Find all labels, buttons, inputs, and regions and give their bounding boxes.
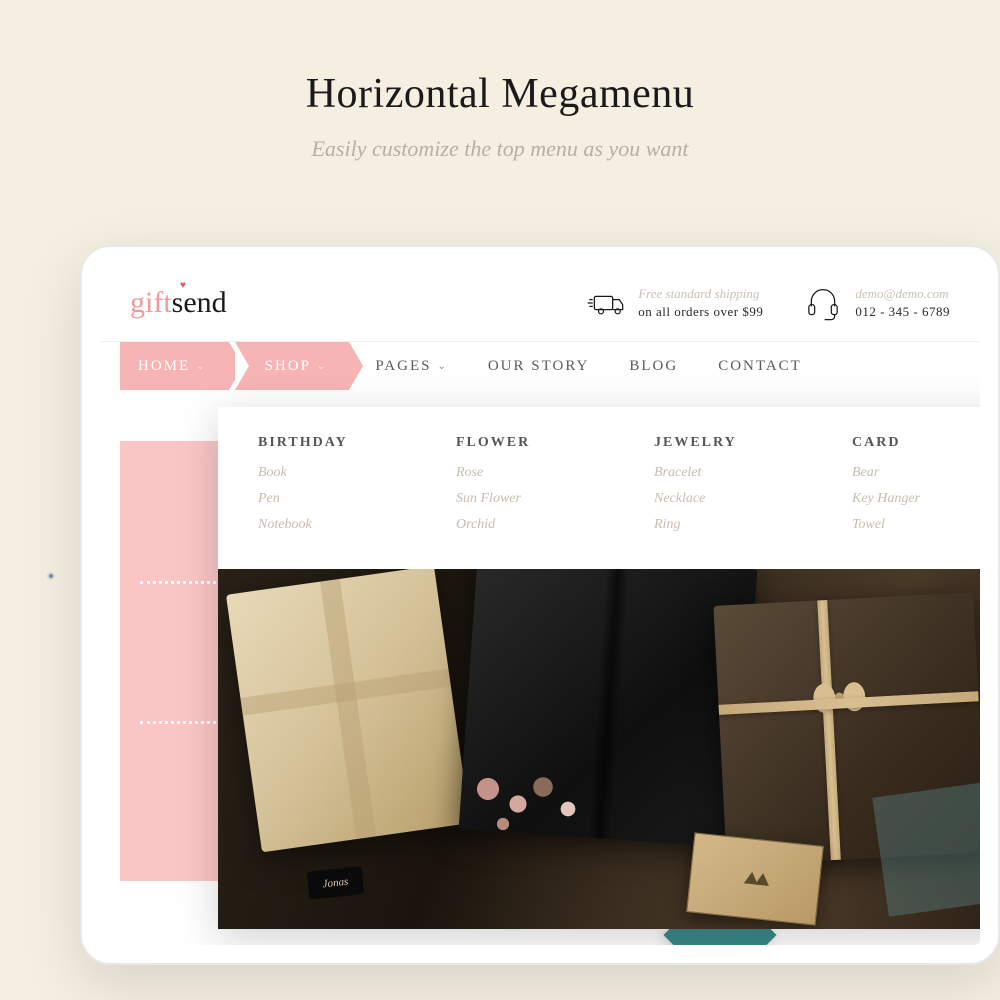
mega-link[interactable]: Sun Flower	[456, 491, 584, 507]
mega-col-flower: FLOWER Rose Sun Flower Orchid	[456, 435, 584, 543]
logo-part1: gift	[130, 286, 172, 319]
contact-email: demo@demo.com	[855, 285, 950, 303]
mega-link[interactable]: Necklace	[654, 491, 782, 507]
mega-col-jewelry: JEWELRY Bracelet Necklace Ring	[654, 435, 782, 543]
truck-icon	[586, 283, 626, 323]
navbar: HOME⌄ SHOP⌄ PAGES⌄ OUR STORY BLOG CONTAC…	[100, 342, 980, 390]
gift-tag: Jonas	[307, 866, 365, 900]
mega-link[interactable]: Bear	[852, 465, 980, 481]
shipping-line2: on all orders over $99	[638, 303, 763, 321]
tablet-frame: giftsend Free standard shipping on all o…	[80, 245, 1000, 965]
topbar: giftsend Free standard shipping on all o…	[100, 265, 980, 342]
mega-col-title: JEWELRY	[654, 435, 782, 451]
mega-col-title: FLOWER	[456, 435, 584, 451]
logo[interactable]: giftsend	[130, 286, 227, 320]
chevron-down-icon: ⌄	[437, 361, 447, 372]
nav-blog[interactable]: BLOG	[609, 342, 698, 390]
mega-link[interactable]: Towel	[852, 517, 980, 533]
nav-pages[interactable]: PAGES⌄	[355, 342, 468, 390]
mega-link[interactable]: Notebook	[258, 517, 386, 533]
mega-link[interactable]: Book	[258, 465, 386, 481]
nav-contact[interactable]: CONTACT	[698, 342, 822, 390]
megamenu-panel: BIRTHDAY Book Pen Notebook FLOWER Rose S…	[218, 407, 980, 929]
mega-col-card: CARD Bear Key Hanger Towel	[852, 435, 980, 543]
mega-col-birthday: BIRTHDAY Book Pen Notebook	[258, 435, 386, 543]
page-title: Horizontal Megamenu	[0, 0, 1000, 118]
mega-link[interactable]: Bracelet	[654, 465, 782, 481]
shipping-line1: Free standard shipping	[638, 285, 763, 303]
mega-col-title: BIRTHDAY	[258, 435, 386, 451]
shipping-info: Free standard shipping on all orders ove…	[586, 283, 763, 323]
small-kraft-box	[686, 832, 824, 925]
flowers-decoration	[448, 749, 628, 889]
mega-link[interactable]: Orchid	[456, 517, 584, 533]
chevron-down-icon: ⌄	[196, 361, 206, 372]
page-subtitle: Easily customize the top menu as you wan…	[0, 136, 1000, 162]
nav-shop[interactable]: SHOP⌄	[235, 342, 350, 390]
mega-col-title: CARD	[852, 435, 980, 451]
megamenu-hero-image: Jonas	[218, 569, 980, 929]
screen: giftsend Free standard shipping on all o…	[100, 265, 980, 945]
contact-info: demo@demo.com 012 - 345 - 6789	[803, 283, 950, 323]
chevron-down-icon: ⌄	[317, 361, 327, 372]
nav-our-story[interactable]: OUR STORY	[468, 342, 610, 390]
gift-box-gold	[226, 569, 470, 852]
nav-home[interactable]: HOME⌄	[120, 342, 229, 390]
ribbon-bow-icon	[808, 671, 871, 724]
mega-link[interactable]: Ring	[654, 517, 782, 533]
tablet-camera-icon	[47, 572, 55, 580]
contact-phone: 012 - 345 - 6789	[855, 303, 950, 321]
teal-card-decoration	[872, 781, 980, 917]
mega-link[interactable]: Rose	[456, 465, 584, 481]
mega-link[interactable]: Pen	[258, 491, 386, 507]
mega-link[interactable]: Key Hanger	[852, 491, 980, 507]
headset-icon	[803, 283, 843, 323]
